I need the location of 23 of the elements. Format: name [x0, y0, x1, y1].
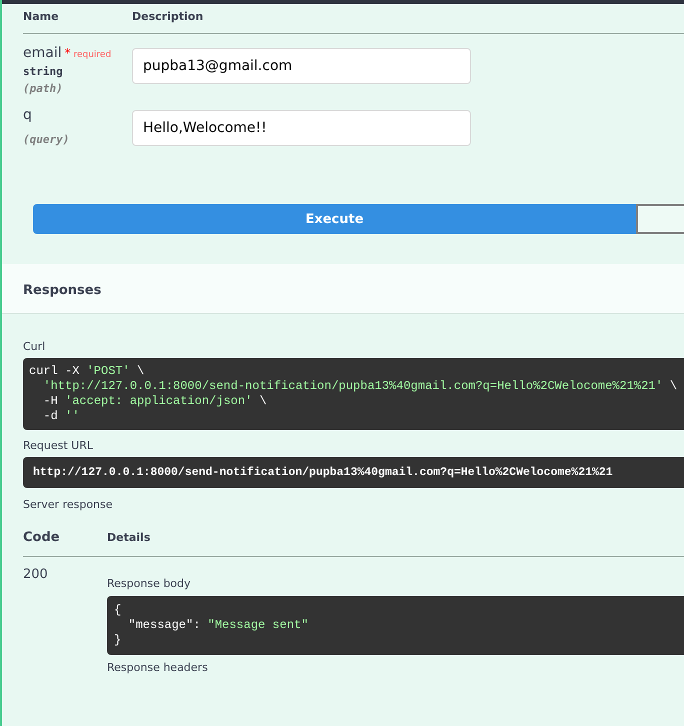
required-label: * required	[64, 46, 112, 60]
parameter-name: q	[23, 107, 32, 123]
column-header: Name	[23, 10, 60, 23]
request-url-label: Request URL	[23, 439, 94, 452]
parameter-location: (query)	[23, 133, 70, 146]
input-field[interactable]: Hello,Welocome!!	[132, 110, 471, 146]
column-header: Details	[107, 531, 150, 544]
parameter-type: string	[23, 65, 63, 78]
section-title: Responses	[23, 283, 102, 298]
column-header: Code	[23, 530, 61, 545]
parameter-name: email	[23, 45, 62, 61]
curl-code-block: curl -X 'POST' \ 'http://127.0.0.1:8000/send-notification/pupba13%40gmail.com?q=Hello%2CWelocome%21%21' \ -H 'accept: application/json' \ -d ''	[23, 358, 684, 430]
column-header: Description	[132, 10, 204, 23]
request-url: http://127.0.0.1:8000/send-notification/pupba13%40gmail.com?q=Hello%2CWelocome%21%21	[23, 457, 684, 488]
response-body-label: Response body	[107, 577, 191, 590]
curl-label: Curl	[23, 340, 46, 353]
input-field[interactable]: pupba13@gmail.com	[132, 48, 471, 84]
response-headers-label: Response headers	[107, 661, 208, 674]
status-code: 200	[23, 567, 49, 584]
response-body-code: { "message": "Message sent" }	[107, 596, 684, 655]
secondary-button[interactable]	[636, 204, 684, 234]
server-response-label: Server response	[23, 498, 113, 511]
parameter-location: (path)	[23, 82, 63, 95]
